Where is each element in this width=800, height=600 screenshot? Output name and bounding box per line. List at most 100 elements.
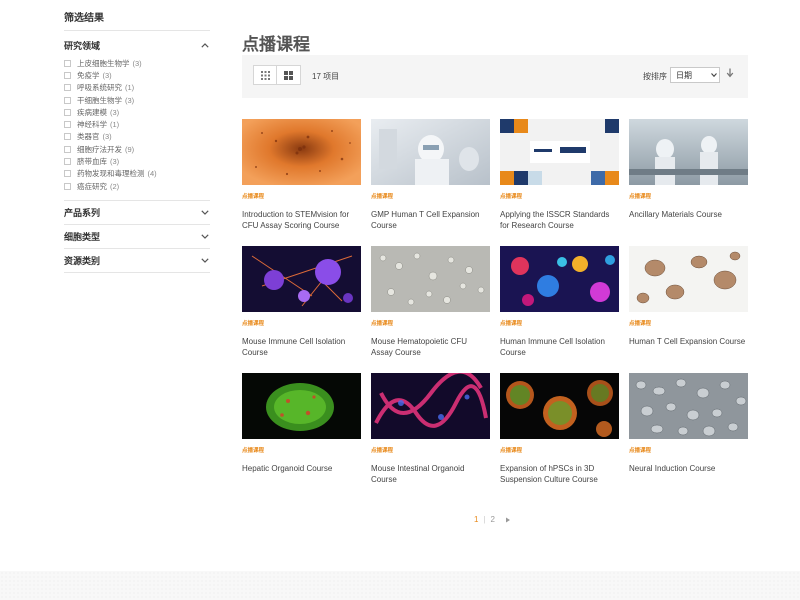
tile-view-button[interactable] (277, 65, 301, 85)
course-title[interactable]: Human Immune Cell Isolation Course (500, 336, 619, 359)
course-thumbnail[interactable] (629, 119, 748, 185)
filter-section-research-area[interactable]: 研究领域 (64, 33, 210, 57)
neural-cells-image (629, 373, 748, 439)
course-title[interactable]: Mouse Immune Cell Isolation Course (242, 336, 361, 359)
course-title[interactable]: GMP Human T Cell Expansion Course (371, 209, 490, 232)
filter-section-resource-category[interactable]: 资源类别 (64, 249, 210, 274)
stemcell-banner-image (500, 119, 619, 185)
checkbox[interactable] (64, 182, 71, 190)
filter-sidebar: 筛选结果 研究领域 上皮细胞生物学 (3) 免疫学 (3) 呼吸系统研究 (1) 干细… (64, 0, 210, 274)
filter-option[interactable]: 上皮细胞生物学 (3) (64, 57, 210, 69)
filter-option[interactable]: 细胞疗法开发 (9) (64, 143, 210, 155)
course-title[interactable]: Applying the ISSCR Standards for Researc… (500, 209, 619, 232)
chevron-down-icon (709, 73, 719, 77)
course-title[interactable]: Ancillary Materials Course (629, 209, 748, 220)
course-thumbnail[interactable] (500, 246, 619, 312)
course-title[interactable]: Mouse Hematopoietic CFU Assay Course (371, 336, 490, 359)
sort-direction-arrow-icon[interactable] (726, 68, 734, 78)
chevron-down-icon (200, 256, 210, 266)
sort-select[interactable]: 日期 (670, 67, 720, 83)
course-thumbnail[interactable] (242, 119, 361, 185)
gray-cells-image (371, 246, 490, 312)
checkbox[interactable] (64, 121, 71, 129)
course-card[interactable]: 点播课程 Human T Cell Expansion Course (629, 246, 748, 373)
course-thumbnail[interactable] (500, 373, 619, 439)
course-thumbnail[interactable] (371, 119, 490, 185)
t-cell-clusters-image (629, 246, 748, 312)
course-card[interactable]: 点播课程 Mouse Hematopoietic CFU Assay Cours… (371, 246, 490, 373)
course-tag: 点播课程 (371, 448, 394, 454)
course-thumbnail[interactable] (242, 246, 361, 312)
course-tag: 点播课程 (242, 194, 265, 200)
page-link-current[interactable]: 1 (474, 515, 478, 524)
checkbox[interactable] (64, 84, 71, 92)
course-card[interactable]: 点播课程 Expansion of hPSCs in 3D Suspension… (500, 373, 619, 500)
course-tag: 点播课程 (242, 321, 265, 327)
course-tag: 点播课程 (242, 448, 265, 454)
course-tag: 点播课程 (371, 194, 394, 200)
chevron-down-icon (200, 208, 210, 218)
filter-option[interactable]: 干细胞生物学 (3) (64, 94, 210, 106)
filter-section-product-series[interactable]: 产品系列 (64, 201, 210, 226)
course-card[interactable]: 点播课程 Ancillary Materials Course (629, 119, 748, 246)
course-title[interactable]: Mouse Intestinal Organoid Course (371, 463, 490, 486)
purple-cells-image (242, 246, 361, 312)
pagination-separator: | (483, 515, 486, 524)
sort-label: 按排序 (643, 72, 667, 81)
course-thumbnail[interactable] (371, 246, 490, 312)
course-thumbnail[interactable] (629, 246, 748, 312)
course-card[interactable]: 点播课程 Neural Induction Course (629, 373, 748, 500)
course-title[interactable]: Hepatic Organoid Course (242, 463, 361, 474)
course-card[interactable]: 点播课程 Human Immune Cell Isolation Course (500, 246, 619, 373)
course-card[interactable]: 点播课程 Mouse Intestinal Organoid Course (371, 373, 490, 500)
hpsc-spheroids-image (500, 373, 619, 439)
grid-view-icon (260, 70, 270, 80)
filter-option[interactable]: 呼吸系统研究 (1) (64, 82, 210, 94)
filter-results-heading: 筛选结果 (64, 9, 210, 31)
course-title[interactable]: Human T Cell Expansion Course (629, 336, 748, 347)
course-tag: 点播课程 (629, 194, 652, 200)
checkbox[interactable] (64, 59, 71, 67)
filter-section-label: 研究领域 (64, 40, 101, 51)
course-card[interactable]: 点播课程 GMP Human T Cell Expansion Course (371, 119, 490, 246)
lab-bench-image (629, 119, 748, 185)
course-thumbnail[interactable] (242, 373, 361, 439)
course-thumbnail[interactable] (500, 119, 619, 185)
checkbox[interactable] (64, 170, 71, 178)
course-title[interactable]: Expansion of hPSCs in 3D Suspension Cult… (500, 463, 619, 486)
filter-option[interactable]: 疾病建模 (3) (64, 106, 210, 118)
checkbox[interactable] (64, 96, 71, 104)
checkbox[interactable] (64, 158, 71, 166)
course-thumbnail[interactable] (371, 373, 490, 439)
filter-section-label: 细胞类型 (64, 232, 101, 243)
checkbox[interactable] (64, 71, 71, 79)
course-title[interactable]: Introduction to STEMvision for CFU Assay… (242, 209, 361, 232)
filter-option[interactable]: 癌症研究 (2) (64, 180, 210, 192)
course-card[interactable]: 点播课程 Mouse Immune Cell Isolation Course (242, 246, 361, 373)
filter-option[interactable]: 神经科学 (1) (64, 118, 210, 130)
checkbox[interactable] (64, 108, 71, 116)
intestinal-organoid-image (371, 373, 490, 439)
filter-option[interactable]: 类器官 (3) (64, 131, 210, 143)
view-toggle (253, 65, 301, 85)
course-card[interactable]: 点播课程 Applying the ISSCR Standards for Re… (500, 119, 619, 246)
filter-section-cell-type[interactable]: 细胞类型 (64, 225, 210, 250)
course-thumbnail[interactable] (629, 373, 748, 439)
next-page-arrow-icon[interactable] (505, 517, 511, 523)
filter-option[interactable]: 药物发现和毒理检测 (4) (64, 168, 210, 180)
checkbox[interactable] (64, 145, 71, 153)
course-title[interactable]: Neural Induction Course (629, 463, 748, 474)
green-organoid-image (242, 373, 361, 439)
grid-view-button[interactable] (253, 65, 277, 85)
course-tag: 点播课程 (500, 194, 523, 200)
course-card[interactable]: 点播课程 Introduction to STEMvision for CFU … (242, 119, 361, 246)
page-link[interactable]: 2 (491, 515, 495, 524)
colorful-immune-cells-image (500, 246, 619, 312)
course-card[interactable]: 点播课程 Hepatic Organoid Course (242, 373, 361, 500)
filter-option[interactable]: 脐带血库 (3) (64, 155, 210, 167)
results-toolbar: 17 项目 按排序 日期 (242, 55, 748, 98)
item-count: 17 项目 (312, 72, 340, 81)
checkbox[interactable] (64, 133, 71, 141)
tile-view-icon (284, 70, 293, 80)
filter-option[interactable]: 免疫学 (3) (64, 69, 210, 81)
